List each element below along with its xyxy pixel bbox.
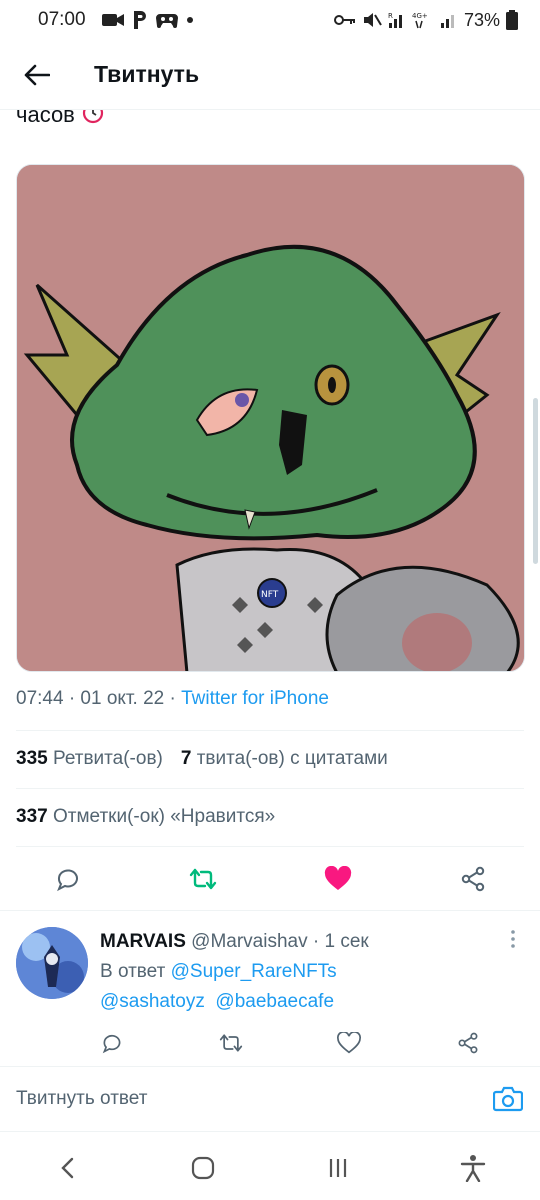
comment-icon [56,869,78,892]
reply-composer[interactable]: Твитнуть ответ [0,1066,540,1132]
retweet-stats: 335 Ретвита(-ов) 7 твита(-ов) с цитатами [16,748,388,770]
tweet-detail[interactable]: часов NFT 07:44 · 01 окт. 22 · Twitter f… [0,110,540,1130]
reply-to-mention[interactable]: @Super_RareNFTs [171,961,337,982]
like-button[interactable] [316,857,360,901]
roaming-label: R [388,12,393,20]
video-icon [101,10,124,30]
back-button[interactable] [0,40,74,110]
likes-stat[interactable]: 337 Отметки(-ок) «Нравится» [16,806,275,828]
app-bar: Твитнуть [0,40,540,110]
quotes-count: 7 [180,748,192,769]
status-bar: 07:00 R 4G+ 73% [0,0,540,40]
likes-count: 337 [16,806,48,827]
likes-stats: 337 Отметки(-ок) «Нравится» [16,806,275,828]
network-4g-icon: 4G+ [412,10,434,30]
battery-icon [506,10,518,30]
avatar[interactable] [16,927,88,999]
tweet-media-image[interactable]: NFT [16,164,525,672]
share-icon [458,1032,478,1054]
back-nav-icon[interactable] [38,1138,98,1198]
quotes-label: твита(-ов) с цитатами [196,748,388,769]
retweets-label: Ретвита(-ов) [52,748,163,769]
camera-icon [493,1086,523,1112]
signal-icon [440,10,458,30]
scrollbar[interactable] [533,398,538,564]
reply-comment-button[interactable] [90,1021,134,1065]
mention-link[interactable]: @baebaecafe [215,991,334,1012]
tweet-text: часов [16,110,105,130]
accessibility-icon[interactable] [443,1138,503,1198]
reply-share-button[interactable] [446,1021,490,1065]
recents-nav-icon[interactable] [308,1138,368,1198]
arrow-left-icon [24,64,50,85]
retweet-icon [219,1034,242,1052]
retweet-button[interactable] [181,857,225,901]
reply-to-line: В ответ @Super_RareNFTs [100,957,510,987]
divider [16,788,524,789]
reply-header: MARVAIS @Marvaishav · 1 сек [100,927,510,957]
home-nav-icon[interactable] [173,1138,233,1198]
key-icon [333,10,356,30]
quotes-stat[interactable]: 7 твита(-ов) с цитатами [181,748,388,770]
likes-label: Отметки(-ок) «Нравится» [52,806,276,827]
share-icon [461,866,484,892]
signal-icon: R [388,10,406,30]
reply-like-button[interactable] [327,1021,371,1065]
retweet-icon [189,868,216,890]
svg-text:NFT: NFT [261,590,279,600]
reply-button[interactable] [46,857,90,901]
reply-to-label: В ответ [100,961,166,982]
retweets-stat[interactable]: 335 Ретвита(-ов) [16,748,163,770]
battery-percent: 73% [463,9,500,30]
page-title: Твитнуть [94,61,200,87]
reply-actions [90,1021,490,1065]
status-bar-right: R 4G+ 73% [333,9,518,31]
system-navigation-bar [0,1136,540,1200]
reply-input-placeholder[interactable]: Твитнуть ответ [16,1088,492,1110]
mention-link[interactable]: @sashatoyz [100,991,205,1012]
reply-mentions-line: @sashatoyz @baebaecafe [100,987,510,1017]
parking-icon [132,10,148,30]
status-bar-left: 07:00 [38,9,194,31]
tweet-timestamp: 07:44 · 01 окт. 22 · Twitter for iPhone [16,688,329,710]
heart-icon [337,1032,362,1054]
heart-filled-icon [324,866,351,890]
mute-icon [362,10,382,30]
tweet-source-link[interactable]: Twitter for iPhone [181,688,329,709]
reply-retweet-button[interactable] [209,1021,253,1065]
network-label: 4G+ [412,12,428,20]
divider [16,730,524,731]
game-controller-icon [155,10,178,30]
dot-icon [186,10,194,30]
reply-author-name[interactable]: MARVAIS [100,931,186,952]
reply-author-handle[interactable]: @Marvaishav · 1 сек [191,931,369,952]
share-button[interactable] [451,857,495,901]
divider [16,846,524,847]
nft-illustration: NFT [17,165,524,671]
tweet-datetime: 07:44 · 01 окт. 22 · [16,688,182,709]
reply-tweet[interactable]: MARVAIS @Marvaishav · 1 сек В ответ @Sup… [0,910,540,1080]
tweet-text-tail: часов [16,110,75,127]
tweet-actions [0,848,540,910]
comment-icon [102,1034,121,1054]
retweets-count: 335 [16,748,48,769]
alarm-clock-icon [81,110,105,130]
camera-button[interactable] [492,1083,524,1115]
reply-body: MARVAIS @Marvaishav · 1 сек В ответ @Sup… [100,927,510,1017]
status-time: 07:00 [38,9,86,30]
